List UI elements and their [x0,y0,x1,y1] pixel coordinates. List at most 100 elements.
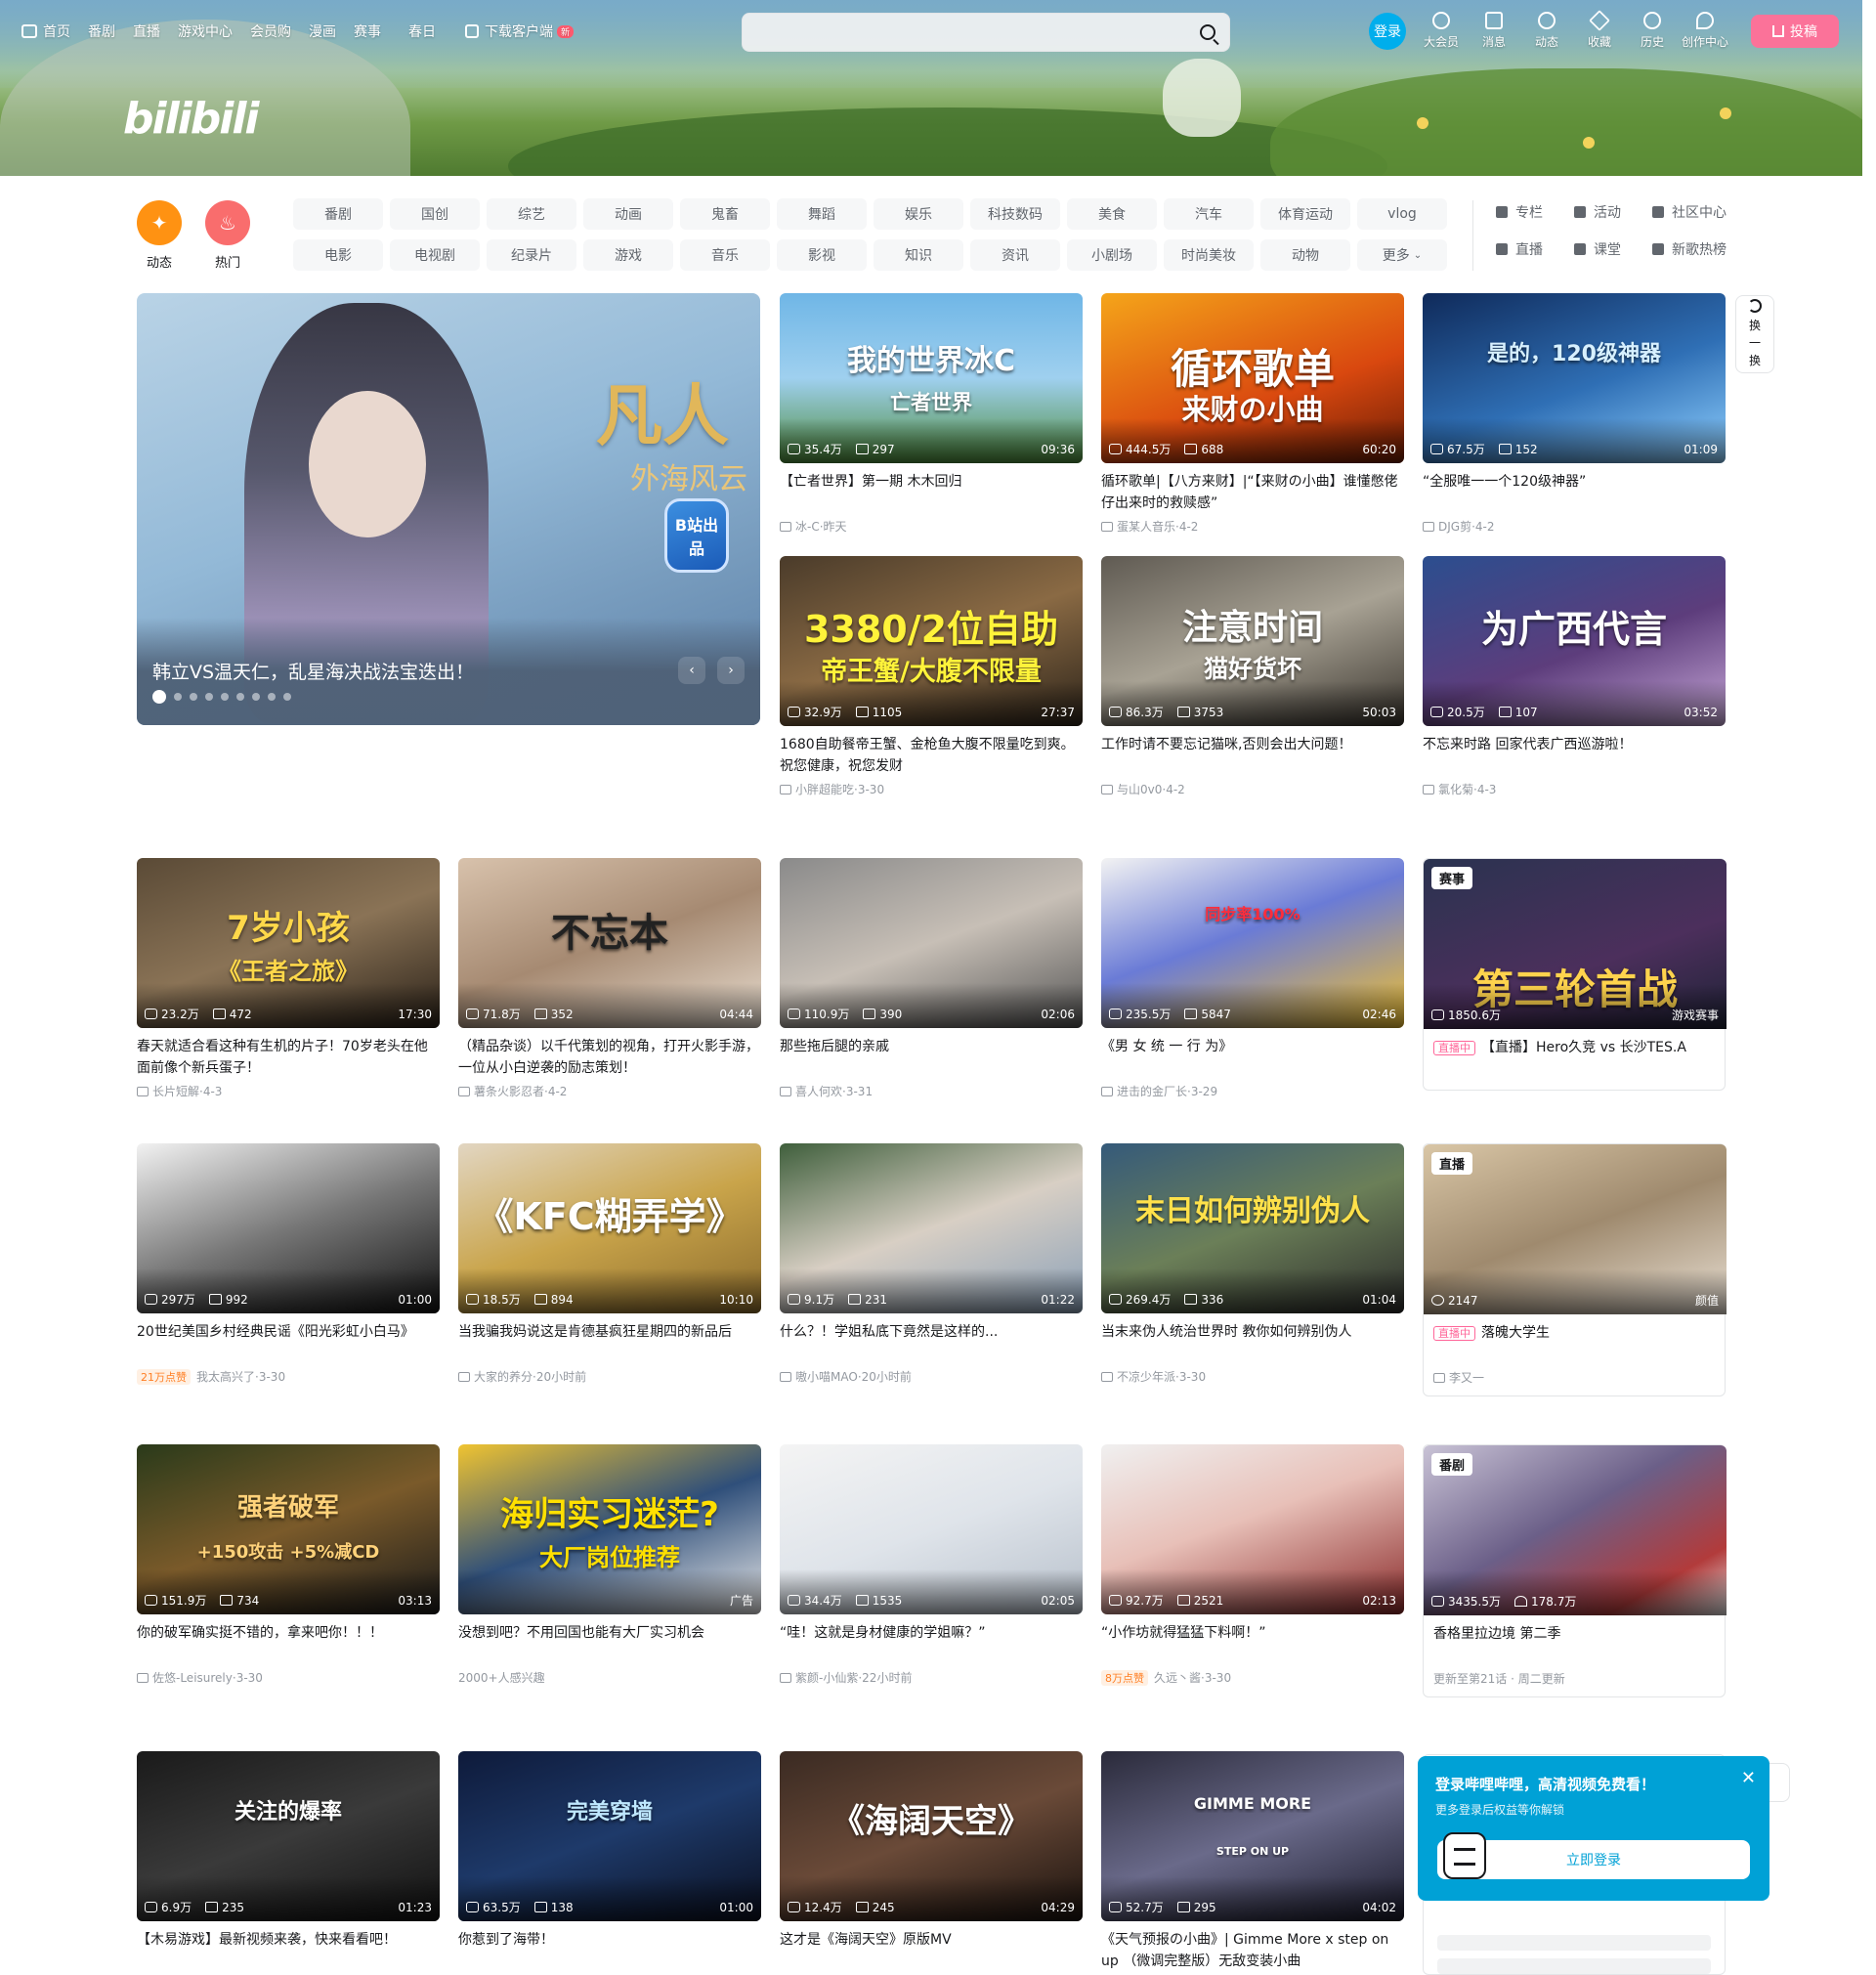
quick-link-music-chart[interactable]: 新歌热榜 [1652,239,1760,259]
video-title[interactable]: 【亡者世界】第一期 木木回归 [780,471,1083,514]
video-title[interactable]: 1680自助餐帝王蟹、金枪鱼大腹不限量吃到爽。祝您健康，祝您发财 [780,734,1083,777]
carousel-dot[interactable] [174,693,182,701]
live-card[interactable]: 直播 2147 颜值 直播中 落魄大学生 李又一 [1423,1143,1727,1396]
dynamic-label[interactable]: 动态 [130,252,189,271]
quick-link-activity[interactable]: 活动 [1574,202,1652,222]
video-thumbnail[interactable]: 不忘本 71.8万 352 04:44 [458,858,761,1028]
video-meta[interactable]: 8万点赞 久远丶酱 · 3-30 [1101,1669,1404,1686]
channel-item[interactable]: 纪录片 [487,239,576,271]
video-card[interactable]: 《KFC糊弄学》 18.5万 894 10:10 当我骗我妈说这是肯德基疯狂星期四的新品… [458,1143,761,1385]
carousel-caption[interactable]: 韩立VS温天仁，乱星海决战法宝迭出！ [152,658,474,684]
video-card[interactable]: 7岁小孩 《王者之旅》 23.2万 472 17:30 春天就适合看这种有生机的片子！70… [137,858,440,1099]
video-card[interactable]: 《海阔天空》 12.4万 245 04:29 这才是《海阔天空》原版MV [780,1751,1083,1972]
video-meta[interactable]: 冰-C · 昨天 [780,518,1083,535]
carousel-prev-button[interactable]: ‹ [678,657,705,684]
video-thumbnail[interactable]: 34.4万 1535 02:05 [780,1444,1083,1614]
login-avatar-button[interactable]: 登录 [1369,13,1406,50]
nav-spring[interactable]: 春日 [408,21,436,41]
video-title[interactable]: 《男 女 统 一 行 为》 [1101,1036,1404,1079]
refresh-feed-button[interactable]: 换 一 换 [1735,295,1774,373]
live-thumbnail[interactable]: 直播 2147 颜值 [1424,1144,1727,1314]
video-title[interactable]: 这才是《海阔天空》原版MV [780,1929,1083,1972]
bangumi-thumbnail[interactable]: 番剧 3435.5万 178.7万 [1424,1445,1727,1615]
video-meta[interactable]: 氯化菊 · 4-3 [1423,781,1726,797]
video-title[interactable]: 直播中 落魄大学生 [1424,1322,1725,1365]
channel-item[interactable]: 鬼畜 [680,198,770,230]
video-thumbnail[interactable]: 3380/2位自助 帝王蟹/大腹不限量 32.9万 1105 27:37 [780,556,1083,726]
video-meta[interactable]: 小胖超能吃 · 3-30 [780,781,1083,797]
video-thumbnail[interactable]: 海归实习迷茫? 大厂岗位推荐 广告 [458,1444,761,1614]
video-title[interactable]: 直播中 【直播】Hero久竞 vs 长沙TES.A [1424,1037,1725,1080]
video-title[interactable]: “全服唯一一个120级神器” [1423,471,1726,514]
channel-item[interactable]: 动物 [1260,239,1350,271]
video-card[interactable]: 不忘本 71.8万 352 04:44 （精品杂谈）以千代策划的视角，打开火影手游，一位… [458,858,761,1099]
hot-label[interactable]: 热门 [198,252,257,271]
history-entry[interactable]: 历史 [1626,12,1679,50]
video-card[interactable]: 9.1万 231 01:22 什么？！学姐私底下竟然是这样的... 嗷小喵MAO · 2… [780,1143,1083,1385]
video-card[interactable]: 34.4万 1535 02:05 “哇！这就是身材健康的学姐嘛？” 紫颜-小仙紫 · 2… [780,1444,1083,1686]
video-card[interactable]: 3380/2位自助 帝王蟹/大腹不限量 32.9万 1105 27:37 1680自助餐帝… [780,556,1083,797]
video-card[interactable]: 末日如何辨别伪人 269.4万 336 01:04 当末来伪人统治世界时 教你如何辨别伪… [1101,1143,1404,1385]
video-thumbnail[interactable]: 110.9万 390 02:06 [780,858,1083,1028]
video-meta[interactable]: 紫颜-小仙紫 · 22小时前 [780,1669,1083,1686]
channel-item[interactable]: 音乐 [680,239,770,271]
video-meta[interactable]: 李又一 [1424,1369,1725,1386]
channel-item[interactable]: 动画 [583,198,673,230]
channel-more-button[interactable]: 更多 ⌄ [1357,239,1447,271]
video-thumbnail[interactable]: 末日如何辨别伪人 269.4万 336 01:04 [1101,1143,1404,1313]
video-thumbnail[interactable]: 《海阔天空》 12.4万 245 04:29 [780,1751,1083,1921]
video-thumbnail[interactable]: 我的世界冰C 亡者世界 35.4万 297 09:36 [780,293,1083,463]
video-thumbnail[interactable]: GIMME MORE STEP ON UP 52.7万 295 04:02 [1101,1751,1404,1921]
bangumi-card[interactable]: 番剧 3435.5万 178.7万 香格里拉边境 第二季 更新至第21话 · 周… [1423,1444,1727,1697]
video-title[interactable]: 当我骗我妈说这是肯德基疯狂星期四的新品后 [458,1321,761,1364]
channel-item[interactable]: 小剧场 [1067,239,1157,271]
carousel-dot[interactable] [221,693,229,701]
message-entry[interactable]: 消息 [1468,12,1520,50]
search-icon[interactable] [1200,24,1215,40]
carousel-dot[interactable] [190,693,197,701]
video-title[interactable]: 工作时请不要忘记猫咪,否则会出大问题！ [1101,734,1404,777]
channel-item[interactable]: 娱乐 [874,198,963,230]
video-title[interactable]: 香格里拉边境 第二季 [1424,1623,1725,1666]
video-title[interactable]: 20世纪美国乡村经典民谣《阳光彩虹小白马》 [137,1321,440,1364]
video-title[interactable]: 《天气预报の小曲》| Gimme More x step on up （微调完整… [1101,1929,1404,1972]
channel-item[interactable]: 汽车 [1164,198,1254,230]
video-title[interactable]: 【木易游戏】最新视频来袭，快来看看吧！ [137,1929,440,1972]
carousel-dot[interactable] [268,693,276,701]
video-meta[interactable]: DJG剪 · 4-2 [1423,518,1726,535]
video-thumbnail[interactable]: 9.1万 231 01:22 [780,1143,1083,1313]
video-meta[interactable]: 长片短解 · 4-3 [137,1083,440,1099]
nav-anime[interactable]: 番剧 [88,21,115,41]
search-box[interactable] [742,13,1230,52]
video-title[interactable]: “哇！这就是身材健康的学姐嘛？” [780,1622,1083,1665]
video-card[interactable]: 关注的爆率 6.9万 235 01:23 【木易游戏】最新视频来袭，快来看看吧！ [137,1751,440,1972]
video-thumbnail[interactable]: 循环歌单 来财の小曲 444.5万 688 60:20 [1101,293,1404,463]
quick-link-community[interactable]: 社区中心 [1652,202,1760,222]
carousel-dot[interactable] [152,690,166,704]
video-thumbnail[interactable]: 297万 992 01:00 [137,1143,440,1313]
video-meta[interactable]: 薯条火影忍者 · 4-2 [458,1083,761,1099]
nav-mall[interactable]: 会员购 [250,21,291,41]
channel-item[interactable]: 科技数码 [970,198,1060,230]
video-card[interactable]: 297万 992 01:00 20世纪美国乡村经典民谣《阳光彩虹小白马》 21万点赞 我太… [137,1143,440,1385]
channel-item[interactable]: vlog [1357,198,1447,230]
video-title[interactable]: 什么？！学姐私底下竟然是这样的... [780,1321,1083,1364]
creator-entry[interactable]: 创作中心 [1679,12,1731,50]
search-input[interactable] [756,21,1167,43]
carousel-dot[interactable] [236,693,244,701]
esports-thumbnail[interactable]: 第三轮首战 赛事 1850.6万 游戏赛事 [1424,859,1727,1029]
video-meta[interactable]: 不凉少年派 · 3-30 [1101,1368,1404,1385]
channel-item[interactable]: 时尚美妆 [1164,239,1254,271]
video-card[interactable]: 同步率100% 235.5万 5847 02:46 《男 女 统 一 行 为》 进击的金厂… [1101,858,1404,1099]
video-card[interactable]: 为广西代言 20.5万 107 03:52 不忘来时路 回家代表广西巡游啦！ 氯化菊 · … [1423,556,1726,797]
nav-home[interactable]: 首页 [21,21,70,41]
channel-item[interactable]: 国创 [390,198,480,230]
video-thumbnail[interactable]: 为广西代言 20.5万 107 03:52 [1423,556,1726,726]
video-card[interactable]: 完美穿墙 63.5万 138 01:00 你惹到了海带！ [458,1751,761,1972]
video-card[interactable]: 是的，120级神器 67.5万 152 01:09 “全服唯一一个120级神器” DJG剪… [1423,293,1726,535]
nav-game-center[interactable]: 游戏中心 [178,21,233,41]
video-thumbnail[interactable]: 完美穿墙 63.5万 138 01:00 [458,1751,761,1921]
video-thumbnail[interactable]: 注意时间 猫好货坏 86.3万 3753 50:03 [1101,556,1404,726]
video-title[interactable]: 你惹到了海带！ [458,1929,761,1972]
quick-link-live[interactable]: 直播 [1496,239,1574,259]
